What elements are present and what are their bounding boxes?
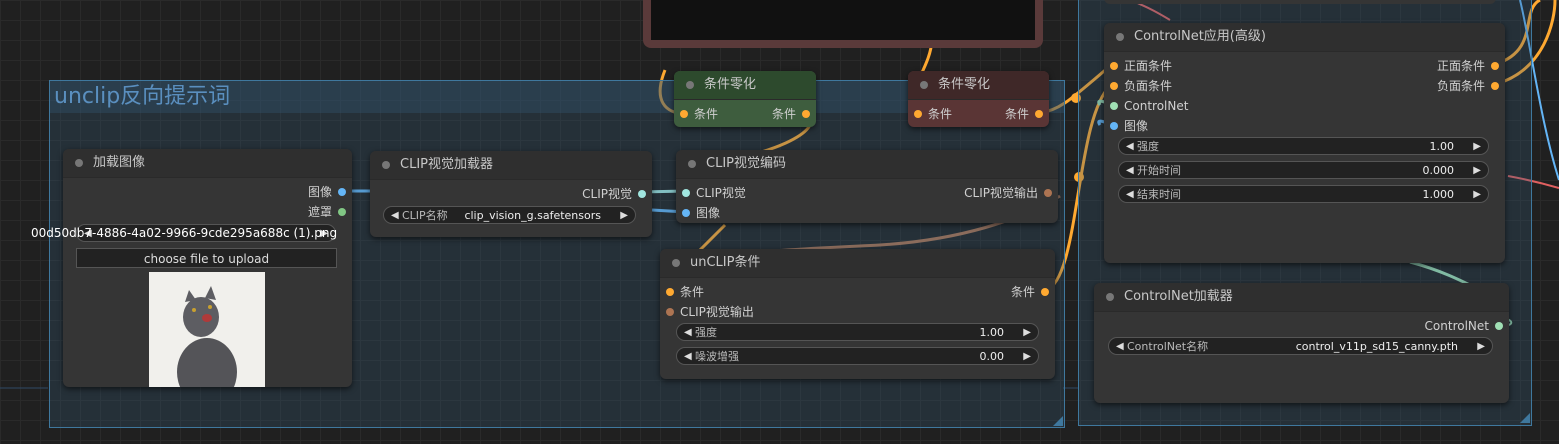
right-arrow-icon: ▶ [1023,327,1031,338]
strength-slider[interactable]: ◀ 强度 1.00 ▶ [676,323,1039,341]
group-resize-handle[interactable] [1053,416,1063,426]
input-cond-pin[interactable] [914,110,922,118]
input-image[interactable]: 图像 [696,204,720,222]
collapse-dot-icon[interactable] [672,259,680,267]
input-positive[interactable]: 正面条件 [1124,57,1172,75]
input-clip-vision-pin[interactable] [682,189,690,197]
strength-slider[interactable]: ◀ 强度 1.00 ▶ [1118,137,1489,155]
left-arrow-icon: ◀ [1126,189,1134,200]
input-clip-vision-output[interactable]: CLIP视觉输出 [680,303,754,321]
right-arrow-icon: ▶ [1477,341,1485,352]
output-negative[interactable]: 负面条件 [1437,77,1485,95]
output-clip-vision-output[interactable]: CLIP视觉输出 [964,184,1038,202]
clip-vision-loader-node[interactable]: CLIP视觉加载器 CLIP视觉 ◀ CLIP名称 clip_vision_g.… [370,151,652,237]
output-positive[interactable]: 正面条件 [1437,57,1485,75]
output-image[interactable]: 图像 [308,183,332,201]
input-positive-pin[interactable] [1110,62,1118,70]
node-title: ControlNet应用(高级) [1104,23,1505,52]
input-conditioning[interactable]: 条件 [694,105,718,123]
input-image[interactable]: 图像 [1124,117,1148,135]
output-controlnet-pin[interactable] [1495,322,1503,330]
node-title: 加载图像 [63,149,352,178]
input-clip-vision[interactable]: CLIP视觉 [696,184,746,202]
input-cond-pin[interactable] [666,288,674,296]
left-arrow-icon: ◀ [684,327,692,338]
collapse-dot-icon[interactable] [1106,293,1114,301]
input-controlnet[interactable]: ControlNet [1124,97,1188,115]
input-cvo-pin[interactable] [666,308,674,316]
output-mask[interactable]: 遮罩 [308,203,332,221]
image-filename-value: 00d50db7-4886-4a02-9966-9cde295a688c (1)… [31,226,338,240]
output-conditioning[interactable]: 条件 [772,105,796,123]
left-arrow-icon: ◀ [684,351,692,362]
conditioning-zero-out-node-1[interactable]: 条件零化 条件 条件 [674,71,816,127]
output-negative-pin[interactable] [1491,82,1499,90]
top-right-node-remnant [1104,0,1496,4]
group-resize-handle[interactable] [1520,413,1530,423]
output-cond-pin[interactable] [1035,110,1043,118]
collapse-dot-icon[interactable] [688,160,696,168]
output-positive-pin[interactable] [1491,62,1499,70]
collapse-dot-icon[interactable] [1116,33,1124,41]
conditioning-zero-out-node-2[interactable]: 条件零化 条件 条件 [908,71,1049,127]
node-title: CLIP视觉编码 [676,150,1058,179]
output-clip-vision[interactable]: CLIP视觉 [582,185,632,203]
left-arrow-icon: ◀ [391,210,399,221]
input-image-pin[interactable] [1110,122,1118,130]
cat-image-preview [149,272,265,387]
node-title: CLIP视觉加载器 [370,151,652,180]
input-controlnet-pin[interactable] [1110,102,1118,110]
output-cond-pin[interactable] [802,110,810,118]
left-arrow-icon: ◀ [1116,341,1124,352]
node-title: unCLIP条件 [660,249,1055,278]
controlnet-loader-node[interactable]: ControlNet加载器 ControlNet ◀ ControlNet名称 … [1094,283,1509,403]
clip-vision-encode-node[interactable]: CLIP视觉编码 CLIP视觉 图像 CLIP视觉输出 [676,150,1058,223]
input-cond-pin[interactable] [680,110,688,118]
top-node-preview [643,0,1043,48]
collapse-dot-icon[interactable] [75,159,83,167]
output-mask-pin[interactable] [338,208,346,216]
left-arrow-icon: ◀ [1126,165,1134,176]
right-arrow-icon: ▶ [1023,351,1031,362]
output-conditioning[interactable]: 条件 [1005,105,1029,123]
output-image-pin[interactable] [338,188,346,196]
output-conditioning[interactable]: 条件 [1011,283,1035,301]
input-image-pin[interactable] [682,209,690,217]
cat-photo [177,286,237,387]
collapse-dot-icon[interactable] [382,161,390,169]
output-clip-vision-pin[interactable] [638,190,646,198]
collapse-dot-icon[interactable] [686,81,694,89]
output-controlnet[interactable]: ControlNet [1425,317,1489,335]
controlnet-name-combo[interactable]: ◀ ControlNet名称 control_v11p_sd15_canny.p… [1108,337,1493,355]
node-title: 条件零化 [908,71,1049,100]
unclip-conditioning-node[interactable]: unCLIP条件 条件 CLIP视觉输出 条件 ◀ 强度 1.00 ▶ ◀ 噪波… [660,249,1055,379]
right-arrow-icon: ▶ [620,210,628,221]
clip-name-combo[interactable]: ◀ CLIP名称 clip_vision_g.safetensors ▶ [383,206,636,224]
output-cvo-pin[interactable] [1044,189,1052,197]
node-title: ControlNet加载器 [1094,283,1509,312]
left-arrow-icon: ◀ [1126,141,1134,152]
input-conditioning[interactable]: 条件 [928,105,952,123]
controlnet-apply-advanced-node[interactable]: ControlNet应用(高级) 正面条件 负面条件 ControlNet 图像… [1104,23,1505,263]
input-negative[interactable]: 负面条件 [1124,77,1172,95]
node-title: 条件零化 [674,71,816,100]
input-negative-pin[interactable] [1110,82,1118,90]
load-image-node[interactable]: 加载图像 图像 遮罩 ◀ ▶ 00d50db7-4886-4a02-9966-9… [31,149,352,387]
start-percent-slider[interactable]: ◀ 开始时间 0.000 ▶ [1118,161,1489,179]
right-arrow-icon: ▶ [1473,189,1481,200]
collapse-dot-icon[interactable] [920,81,928,89]
end-percent-slider[interactable]: ◀ 结束时间 1.000 ▶ [1118,185,1489,203]
right-arrow-icon: ▶ [1473,165,1481,176]
output-cond-pin[interactable] [1041,288,1049,296]
noise-augmentation-slider[interactable]: ◀ 噪波增强 0.00 ▶ [676,347,1039,365]
right-arrow-icon: ▶ [1473,141,1481,152]
choose-file-button[interactable]: choose file to upload [76,248,337,268]
input-conditioning[interactable]: 条件 [680,283,704,301]
